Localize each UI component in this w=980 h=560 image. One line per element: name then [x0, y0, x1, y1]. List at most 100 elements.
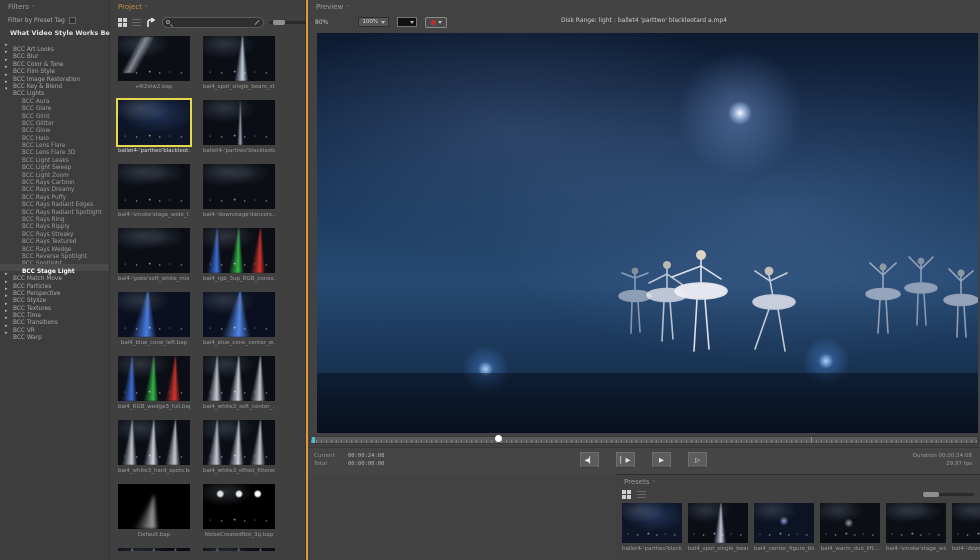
filter-tree-item[interactable]: BCC Glitter	[0, 116, 109, 127]
filter-tree-item[interactable]: BCC Perspective	[0, 286, 109, 297]
preset-item[interactable]: bal4_rgb_3up_RGB_cones…	[203, 228, 275, 282]
project-panel-tab[interactable]: Project	[110, 0, 305, 13]
preset-item[interactable]: bal4-'downstage'dancers…	[203, 164, 275, 218]
twirl-icon[interactable]	[5, 301, 8, 308]
background-color-swatch[interactable]	[397, 17, 418, 27]
scrollbar-handle[interactable]	[923, 492, 939, 497]
filters-panel-tab[interactable]: Filters	[0, 0, 109, 13]
twirl-icon[interactable]	[5, 271, 8, 278]
twirl-icon[interactable]	[5, 323, 8, 330]
filter-tree-item[interactable]: BCC Stylize	[0, 293, 109, 304]
preset-item[interactable]: v4l2stw2.bap	[118, 36, 190, 90]
slider-handle[interactable]	[273, 19, 285, 25]
filter-tree-item[interactable]: BCC Match Move	[0, 271, 109, 282]
filter-tree-item[interactable]: BCC Rays Dreamy	[0, 182, 109, 193]
twirl-icon[interactable]	[5, 57, 8, 64]
transport-button[interactable]: ◀▏	[580, 452, 599, 468]
presets-strip-tab[interactable]: Presets	[616, 475, 980, 488]
filter-tree-item[interactable]: BCC Halo	[0, 131, 109, 142]
preset-item[interactable]: bal4-'gobo'soft_white_mix…	[118, 228, 190, 282]
filter-tree-item[interactable]: BCC Color & Tone	[0, 57, 109, 68]
viewer-zoom-level[interactable]: 80%	[315, 19, 328, 26]
filter-tree-item[interactable]: BCC Rays Radiant Spotlight	[0, 205, 109, 216]
scale-dropdown[interactable]: 100%	[358, 17, 390, 27]
list-view-icon[interactable]	[132, 18, 141, 26]
filter-tree-item[interactable]: BCC Time	[0, 308, 109, 319]
filter-tree-item[interactable]: BCC Aura	[0, 94, 109, 105]
thumbnail-size-slider[interactable]	[269, 19, 307, 25]
filter-tree-item[interactable]: BCC Reverse Spotlight	[0, 249, 109, 260]
grid-view-icon[interactable]	[622, 490, 631, 499]
clear-search-icon[interactable]	[254, 19, 260, 25]
filter-checkbox[interactable]	[68, 17, 76, 24]
timeline-scrubber[interactable]	[310, 435, 978, 444]
filter-tree-item[interactable]: BCC Transitions	[0, 315, 109, 326]
twirl-icon[interactable]	[5, 72, 8, 79]
filter-tree-item[interactable]: BCC Glare	[0, 101, 109, 112]
horizontal-scrollbar[interactable]	[922, 492, 974, 497]
preset-item[interactable]: NoiseCreatedNot_3q.bap	[203, 484, 275, 538]
filter-tree-item[interactable]: BCC Textures	[0, 301, 109, 312]
preset-item[interactable]: bal4_blue_cone_left.bap	[118, 292, 190, 346]
twirl-icon[interactable]	[5, 49, 8, 56]
filter-tree-item[interactable]: BCC Lens Flare	[0, 138, 109, 149]
preset-item[interactable]: bal4-'smoke'stage_wide_l…	[118, 164, 190, 218]
filmstrip-item[interactable]: bal4_center_figure_blue…	[754, 503, 814, 552]
filmstrip-item[interactable]: bal4-'smoke'stage_wide…	[886, 503, 946, 552]
preset-item[interactable]: ballet4-'parttwo'blackleot.b	[116, 98, 192, 154]
in-point-marker[interactable]	[312, 437, 315, 443]
filter-tree-item[interactable]: BCC VR	[0, 323, 109, 334]
filter-tree-item[interactable]: BCC Rays Cartoon	[0, 175, 109, 186]
filter-tree-item[interactable]: BCC Light Sweep	[0, 160, 109, 171]
transport-button[interactable]: ▷	[688, 452, 707, 468]
twirl-icon[interactable]	[5, 315, 8, 322]
twirl-icon[interactable]	[5, 286, 8, 293]
filter-tree-item[interactable]: BCC Rays Textured	[0, 234, 109, 245]
filter-tree-item[interactable]: BCC Rays Radiant Edges	[0, 197, 109, 208]
preset-item[interactable]: bal4_white3_hard_spots.bap	[118, 420, 190, 474]
up-folder-icon[interactable]	[146, 13, 157, 32]
filter-tree-item[interactable]: BCC Light Leaks	[0, 153, 109, 164]
grid-view-icon[interactable]	[118, 17, 127, 27]
preset-item[interactable]: bal4_spot_single_beam_st…	[203, 36, 275, 90]
preset-item[interactable]: bal4_blue_cone_center_w…	[203, 292, 275, 346]
filter-tree-item[interactable]: BCC Rays Wedge	[0, 242, 109, 253]
transport-button[interactable]: ▶	[652, 452, 671, 468]
filter-tree-item[interactable]: BCC Key & Blend	[0, 79, 109, 90]
twirl-icon[interactable]	[5, 86, 8, 93]
filter-tree-item[interactable]: BCC Blur	[0, 49, 109, 60]
twirl-icon[interactable]	[5, 42, 8, 49]
preset-item[interactable]: bal4_white3_soft_center_…	[203, 356, 275, 410]
filter-tree-item[interactable]: BCC Rays Ring	[0, 212, 109, 223]
twirl-icon[interactable]	[5, 293, 8, 300]
filter-tree-item[interactable]: BCC Spotlight	[0, 256, 109, 267]
filmstrip-item[interactable]: bal4_spot_single_beam…	[688, 503, 748, 552]
preset-item[interactable]: bal4_white3_offset_filtered_flat	[203, 420, 275, 474]
list-view-icon[interactable]	[637, 491, 646, 498]
twirl-icon[interactable]	[5, 330, 8, 337]
filter-tree-item[interactable]: BCC Rays Puffy	[0, 190, 109, 201]
filmstrip-item[interactable]: ballet4-'parttwo'blackleo…	[622, 503, 682, 552]
preset-item[interactable]: bal4_top_cones_a.bap	[118, 548, 190, 551]
video-preview[interactable]	[317, 33, 978, 433]
twirl-icon[interactable]	[5, 79, 8, 86]
twirl-icon[interactable]	[5, 64, 8, 71]
twirl-icon[interactable]	[5, 279, 8, 286]
filter-tree-item[interactable]: BCC Stage Light	[0, 263, 109, 275]
preset-item[interactable]: bal4_RGB_wedge3_full.bap	[118, 356, 190, 410]
filter-tree-item[interactable]: BCC Glint	[0, 109, 109, 120]
preset-item[interactable]: ballet4-'parttwo'blackleota…	[203, 100, 275, 154]
filter-tree-item[interactable]: BCC Light Zoom	[0, 168, 109, 179]
timeline-marker[interactable]	[810, 437, 812, 443]
preset-item[interactable]: Default.bap	[118, 484, 190, 538]
filter-tree-item[interactable]: BCC Particles	[0, 279, 109, 290]
overlay-color-toggle[interactable]	[425, 16, 448, 28]
filter-tree-item[interactable]: BCC Rays Ripply	[0, 219, 109, 230]
transport-button[interactable]: ▏▶	[616, 452, 635, 468]
filter-tree-item[interactable]: BCC Lights	[0, 86, 109, 97]
filmstrip-item[interactable]: bal4-'downstage'dance…	[952, 503, 980, 552]
preset-item[interactable]: bal4_top_cones_b.bap	[203, 548, 275, 551]
filter-tree-item[interactable]: BCC Warp	[0, 330, 109, 341]
filter-tree-item[interactable]: BCC Film Style	[0, 64, 109, 75]
filter-tree-item[interactable]: BCC Art Looks	[0, 42, 109, 53]
